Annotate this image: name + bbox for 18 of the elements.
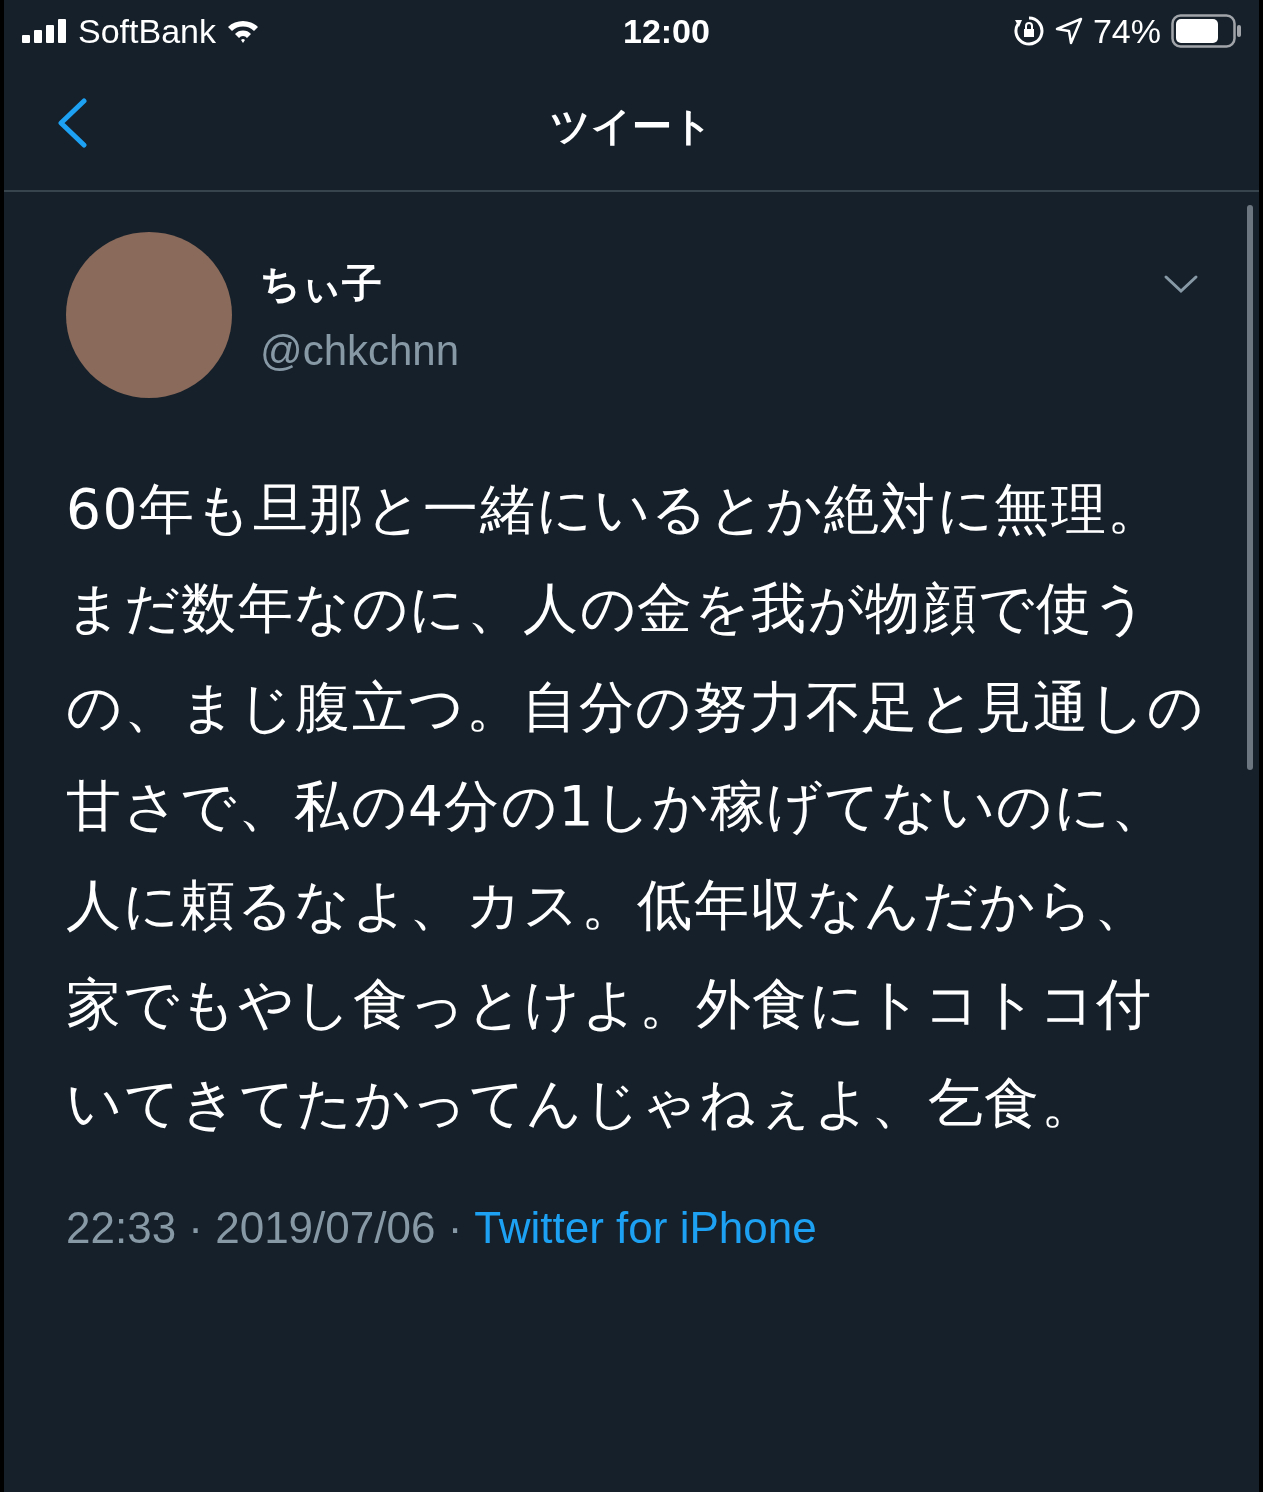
tweet-timestamp: 22:33 · 2019/07/06 · — [66, 1203, 463, 1253]
signal-icon — [22, 19, 68, 43]
nav-title: ツイート — [550, 101, 713, 151]
user-handle[interactable]: @chkchnn — [260, 326, 1135, 375]
scroll-bar[interactable] — [1247, 205, 1253, 770]
back-chevron-icon — [56, 98, 88, 148]
source-link[interactable]: Twitter for iPhone — [474, 1203, 817, 1253]
carrier-name: SoftBank — [78, 11, 216, 51]
battery-percent: 74% — [1092, 11, 1161, 51]
tweet-text: 60年も旦那と一緒にいるとか絶対に無理。まだ数年なのに、人の金を我が物顔で使うの、まじ腹立つ。自分の努力不足と見通しの甘さで、私の4分の1しか稼げてないのに、人に頼るなよ、カス。低年収なんだから、家でもやし食っとけよ。外食にトコトコ付いてきてたかってんじゃねぇよ、乞食。 — [66, 476, 1205, 1137]
more-options-button[interactable] — [1163, 274, 1199, 294]
battery-icon — [1171, 14, 1243, 48]
status-time: 12:00 — [622, 11, 710, 51]
wifi-icon — [226, 18, 260, 44]
display-name[interactable]: ちぃ子 — [260, 255, 1135, 311]
back-button[interactable] — [56, 98, 88, 148]
rotation-lock-icon — [1012, 15, 1045, 47]
location-arrow-icon — [1054, 17, 1083, 45]
